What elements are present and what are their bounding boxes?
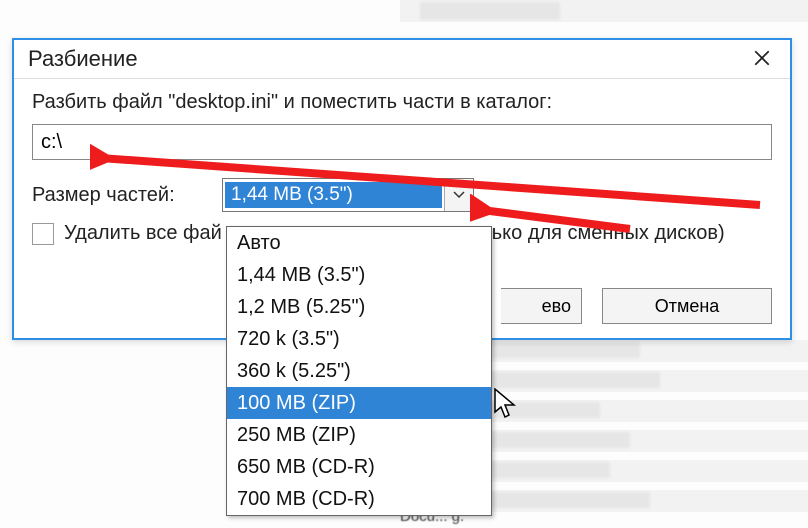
delete-files-label-a: Удалить все фай (64, 222, 222, 245)
part-size-combobox[interactable]: 1,44 MB (3.5") (222, 178, 474, 212)
instruction-label: Разбить файл "desktop.ini" и поместить ч… (32, 91, 772, 114)
dropdown-option[interactable]: 700 MB (CD-R) (227, 483, 491, 515)
close-icon (753, 49, 771, 67)
cancel-button[interactable]: Отмена (602, 288, 772, 324)
dropdown-option[interactable]: 250 MB (ZIP) (227, 419, 491, 451)
part-size-label: Размер частей: (32, 184, 222, 207)
dropdown-option[interactable]: 720 k (3.5") (227, 323, 491, 355)
part-size-selected: 1,44 MB (3.5") (225, 182, 442, 208)
titlebar: Разбиение (14, 40, 790, 79)
delete-files-checkbox[interactable] (32, 223, 54, 245)
dropdown-option[interactable]: 360 k (5.25") (227, 355, 491, 387)
destination-path-input[interactable] (32, 124, 772, 160)
combobox-caret[interactable] (444, 179, 473, 211)
close-button[interactable] (740, 42, 784, 74)
dropdown-option[interactable]: 1,2 MB (5.25") (227, 291, 491, 323)
ok-button-partial[interactable]: ево (501, 288, 582, 324)
dropdown-option[interactable]: 650 MB (CD-R) (227, 451, 491, 483)
dropdown-option[interactable]: 1,44 MB (3.5") (227, 259, 491, 291)
dropdown-option-selected[interactable]: 100 MB (ZIP) (227, 387, 491, 419)
part-size-dropdown-list[interactable]: Авто 1,44 MB (3.5") 1,2 MB (5.25") 720 k… (226, 226, 492, 516)
dialog-title: Разбиение (28, 46, 138, 72)
delete-files-label-b: ько для сменных дисков) (492, 222, 725, 245)
chevron-down-icon (453, 191, 465, 199)
dropdown-option[interactable]: Авто (227, 227, 491, 259)
